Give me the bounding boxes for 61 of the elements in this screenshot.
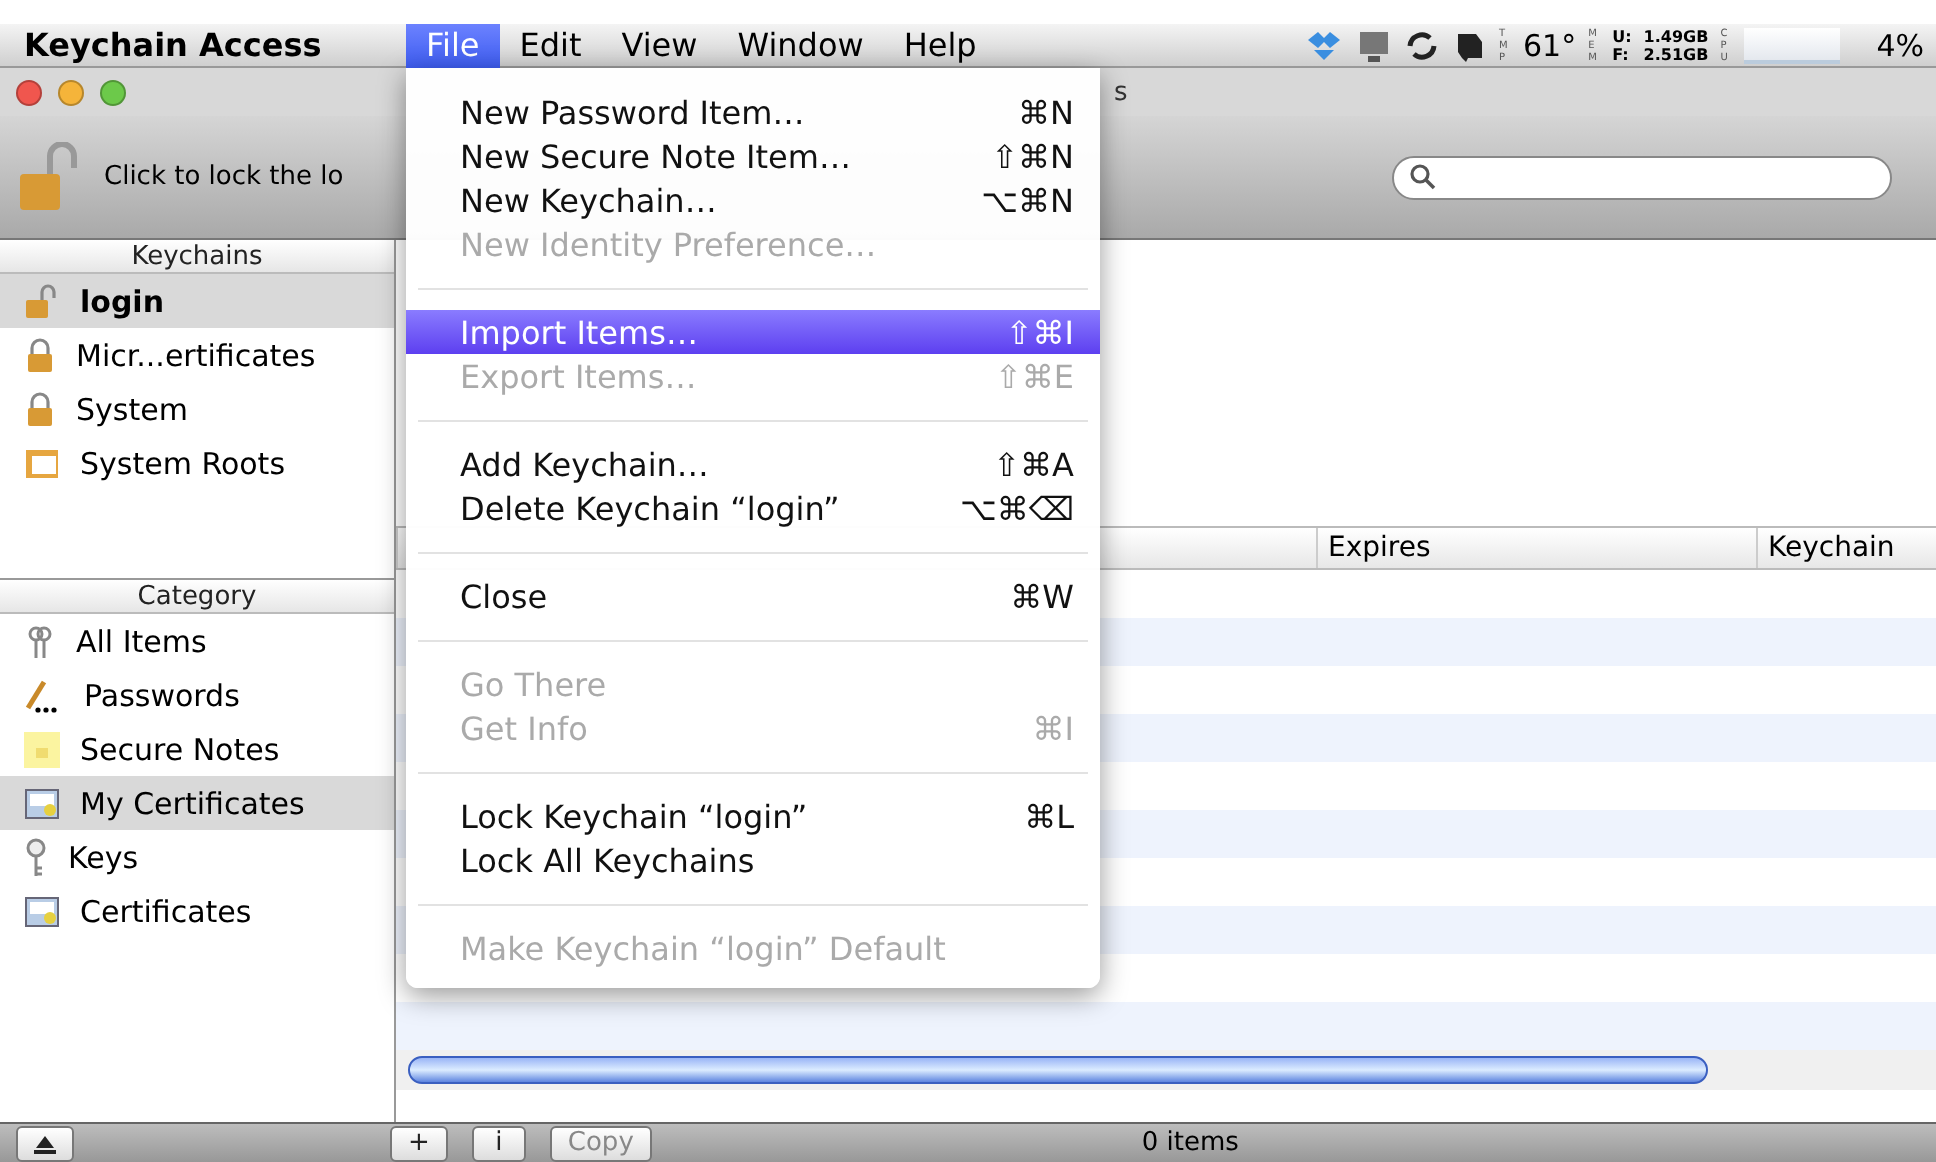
cpu-meter [1744, 27, 1841, 63]
menu-title[interactable]: View [601, 23, 718, 67]
menu-item[interactable]: Add Keychain… ⇧⌘A [406, 442, 1100, 486]
search-field[interactable] [1392, 155, 1892, 199]
section-header: Category [0, 580, 394, 614]
menu-title[interactable]: Edit [499, 23, 602, 67]
item-count: 0 items [1141, 1128, 1239, 1158]
menu-item[interactable]: Delete Keychain “login” ⌥⌘⌫ [406, 486, 1100, 530]
box-icon[interactable] [1303, 27, 1343, 63]
temperature-reading: 61° [1523, 27, 1577, 63]
cpu-reading: 4% [1876, 27, 1924, 63]
sidebar-item[interactable]: Certificates [0, 884, 394, 938]
certificate-icon [24, 787, 60, 819]
menu-title[interactable]: Help [883, 23, 997, 67]
memory-free-reading: 2.51GB [1643, 45, 1709, 63]
minimize-button[interactable] [58, 79, 84, 105]
folder-icon [24, 447, 60, 479]
eject-icon [34, 1133, 56, 1153]
memory-free-label: F: [1612, 45, 1631, 63]
menu-item[interactable]: Close ⌘W [406, 574, 1100, 618]
info-button[interactable]: i [471, 1125, 526, 1161]
lock-hint: Click to lock the lo [104, 162, 344, 192]
sync-icon[interactable] [1403, 27, 1439, 63]
sidebar-item[interactable]: login [0, 274, 394, 328]
sidebar-item[interactable]: System [0, 382, 394, 436]
sidebar-toggle-button[interactable] [16, 1125, 74, 1161]
close-button[interactable] [16, 79, 42, 105]
sidebar-item[interactable]: My Certificates [0, 776, 394, 830]
sidebar-item[interactable]: All Items [0, 614, 394, 668]
zoom-button[interactable] [100, 79, 126, 105]
column-header[interactable]: Keychain [1756, 528, 1936, 568]
padlock-icon [24, 391, 56, 427]
menu-item[interactable]: Lock Keychain “login” ⌘L [406, 794, 1100, 838]
column-header[interactable]: Expires [1316, 528, 1756, 568]
unlocked-padlock-icon [24, 283, 60, 319]
keys-icon [24, 623, 56, 659]
window-title: s [1114, 77, 1128, 107]
sidebar-item[interactable]: Passwords [0, 668, 394, 722]
menu-item[interactable]: Import Items… ⇧⌘I [406, 310, 1100, 354]
note-icon [24, 731, 60, 767]
menu-item[interactable]: New Keychain… ⌥⌘N [406, 178, 1100, 222]
padlock-icon [24, 337, 56, 373]
menu-title[interactable]: File [406, 23, 500, 67]
menu-item[interactable]: New Password Item… ⌘N [406, 90, 1100, 134]
sidebar-item[interactable]: System Roots [0, 436, 394, 490]
app-menu[interactable]: Keychain Access [0, 26, 406, 64]
certificate-icon [24, 895, 60, 927]
key-icon [24, 837, 48, 877]
sidebar-item[interactable]: Secure Notes [0, 722, 394, 776]
search-icon [1410, 164, 1436, 190]
sidebar-item[interactable]: Keys [0, 830, 394, 884]
horizontal-scrollbar[interactable] [396, 1050, 1936, 1090]
menu-title[interactable]: Window [717, 23, 884, 67]
section-header: Keychains [0, 240, 394, 274]
memory-used-label: U: [1612, 27, 1632, 45]
sidebar-item[interactable]: Micr...ertificates [0, 328, 394, 382]
menu-item[interactable]: Lock All Keychains [406, 838, 1100, 882]
monitor-icon[interactable] [1355, 27, 1391, 63]
add-button[interactable]: + [390, 1125, 448, 1161]
menu-item[interactable]: New Secure Note Item… ⇧⌘N [406, 134, 1100, 178]
memory-used-reading: 1.49GB [1643, 27, 1709, 45]
